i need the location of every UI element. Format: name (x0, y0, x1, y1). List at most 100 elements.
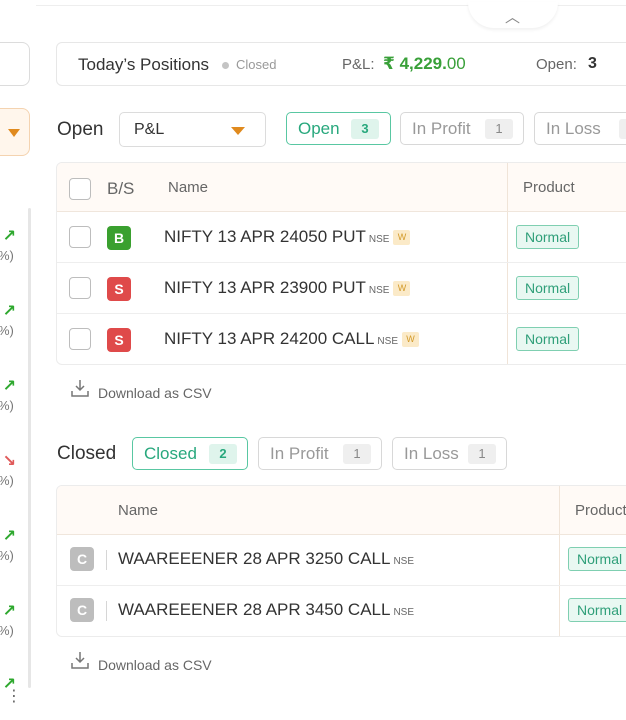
more-vertical-icon[interactable]: ⋮ (6, 689, 22, 705)
column-divider (559, 586, 560, 636)
pl-decimal: 00 (446, 54, 466, 73)
table-row[interactable]: C WAAREEENER 28 APR 3250 CALL NSE Normal (57, 535, 626, 586)
filter-label: In Loss (404, 444, 459, 463)
column-divider (559, 535, 560, 585)
table-row[interactable]: S NIFTY 13 APR 24200 CALL NSE W Normal (57, 314, 626, 364)
table-header: B/S Name Product (57, 163, 626, 212)
instrument-symbol: NIFTY 13 APR 24200 CALL (164, 329, 375, 348)
watchlist-item[interactable]: ↗ %) (0, 295, 24, 355)
row-checkbox[interactable] (69, 277, 91, 299)
watchlist-item[interactable]: ↗ %) (0, 220, 24, 280)
filter-count: 2 (209, 444, 237, 464)
instrument-symbol: WAAREEENER 28 APR 3250 CALL (118, 549, 391, 568)
sell-badge: S (107, 328, 131, 352)
change-percent: %) (0, 248, 14, 263)
download-csv-open[interactable]: Download as CSV (70, 378, 212, 401)
weekly-expiry-badge: W (393, 281, 411, 296)
arrow-up-icon: ↗ (2, 378, 16, 395)
filter-closed[interactable]: Closed 2 (132, 437, 248, 470)
watchlist-search-input[interactable] (0, 42, 30, 86)
arrow-up-icon: ↗ (2, 603, 16, 620)
column-divider (507, 212, 508, 262)
instrument-symbol: NIFTY 13 APR 23900 PUT (164, 278, 366, 297)
filter-count: 1 (485, 119, 513, 139)
instrument-name[interactable]: WAAREEENER 28 APR 3450 CALL NSE (118, 600, 414, 620)
filter-in-loss[interactable]: In Loss 2 (534, 112, 626, 145)
download-label: Download as CSV (98, 657, 212, 673)
sell-badge: S (107, 277, 131, 301)
collapse-toggle[interactable]: ︿ (468, 2, 558, 28)
watchlist-item[interactable]: ↗ %) (0, 595, 24, 655)
buy-badge: B (107, 226, 131, 250)
sidebar-scrollbar[interactable] (28, 208, 31, 688)
exchange-label: NSE (368, 285, 390, 296)
table-header: Name Product (57, 486, 626, 535)
closed-badge: C (70, 547, 94, 571)
filter-open[interactable]: Open 3 (286, 112, 391, 145)
instrument-name[interactable]: NIFTY 13 APR 24050 PUT NSE W (164, 227, 411, 247)
pl-whole: 4,229. (399, 54, 447, 73)
row-separator (106, 601, 107, 621)
arrow-up-icon: ↗ (2, 528, 16, 545)
column-divider (507, 314, 508, 364)
positions-summary-bar: Today’s Positions Closed P&L: ₹ 4,229.00… (56, 42, 626, 86)
change-percent: %) (0, 398, 14, 413)
product-badge: Normal (516, 276, 580, 300)
product-badge: Normal (568, 598, 626, 622)
chevron-up-icon: ︿ (505, 9, 521, 26)
filter-in-profit[interactable]: In Profit 1 (258, 437, 382, 470)
open-count-value: 3 (588, 55, 597, 72)
table-row[interactable]: S NIFTY 13 APR 23900 PUT NSE W Normal (57, 263, 626, 314)
filter-count: 1 (468, 444, 496, 464)
watchlist-sidebar: ↗ %) ↗ %) ↗ %) ↘ %) ↗ %) ↗ %) ↗ ⋮ (0, 0, 34, 720)
closed-positions-table: Name Product C WAAREEENER 28 APR 3250 CA… (56, 485, 626, 637)
arrow-down-icon: ↘ (2, 453, 16, 470)
product-badge: Normal (568, 547, 626, 571)
column-header-product[interactable]: Product (523, 179, 575, 196)
watchlist-item[interactable]: ↗ %) (0, 370, 24, 430)
column-divider (507, 263, 508, 313)
instrument-name[interactable]: NIFTY 13 APR 23900 PUT NSE W (164, 278, 411, 298)
filter-label: Closed (144, 444, 197, 463)
weekly-expiry-badge: W (401, 332, 419, 347)
column-header-product[interactable]: Product (575, 502, 626, 519)
table-row[interactable]: C WAAREEENER 28 APR 3450 CALL NSE Normal (57, 586, 626, 636)
filter-in-profit[interactable]: In Profit 1 (400, 112, 524, 145)
watchlist-item[interactable]: ↘ %) (0, 445, 24, 505)
exchange-label: NSE (368, 234, 390, 245)
market-status-dot (222, 62, 229, 69)
select-all-checkbox[interactable] (69, 178, 91, 200)
column-header-name[interactable]: Name (118, 502, 158, 519)
change-percent: %) (0, 548, 14, 563)
watchlist-group-selector[interactable] (0, 108, 30, 156)
filter-in-loss[interactable]: In Loss 1 (392, 437, 507, 470)
filter-count: 2 (619, 119, 626, 139)
change-percent: %) (0, 323, 14, 338)
instrument-name[interactable]: WAAREEENER 28 APR 3250 CALL NSE (118, 549, 414, 569)
table-row[interactable]: B NIFTY 13 APR 24050 PUT NSE W Normal (57, 212, 626, 263)
row-separator (106, 550, 107, 570)
filter-count: 1 (343, 444, 371, 464)
open-count-label: Open: (536, 56, 577, 73)
market-status: Closed (236, 57, 277, 72)
closed-section-title: Closed (57, 443, 117, 464)
download-csv-closed[interactable]: Download as CSV (70, 650, 212, 673)
instrument-name[interactable]: NIFTY 13 APR 24200 CALL NSE W (164, 329, 419, 349)
sort-dropdown-value: P&L (134, 121, 165, 138)
sort-dropdown[interactable]: P&L (119, 112, 266, 147)
filter-label: In Profit (412, 119, 471, 138)
row-checkbox[interactable] (69, 226, 91, 248)
download-icon (70, 650, 90, 673)
instrument-symbol: WAAREEENER 28 APR 3450 CALL (118, 600, 391, 619)
column-divider (559, 486, 560, 534)
row-checkbox[interactable] (69, 328, 91, 350)
change-percent: %) (0, 623, 14, 638)
change-percent: %) (0, 473, 14, 488)
watchlist-item[interactable]: ↗ %) (0, 520, 24, 580)
exchange-label: NSE (393, 607, 415, 618)
open-positions-table: B/S Name Product B NIFTY 13 APR 24050 PU… (56, 162, 626, 365)
product-badge: Normal (516, 225, 580, 249)
page-title: Today’s Positions (78, 55, 210, 74)
column-header-name[interactable]: Name (168, 179, 208, 196)
column-header-bs: B/S (107, 179, 135, 198)
